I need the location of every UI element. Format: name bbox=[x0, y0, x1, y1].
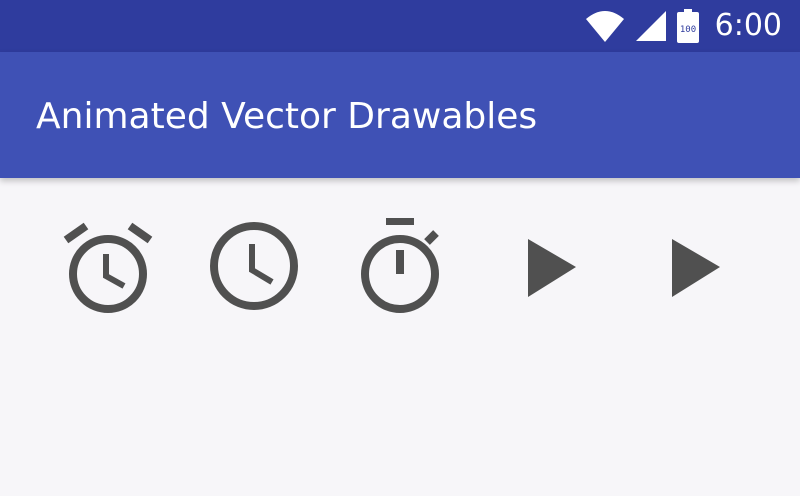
play-icon[interactable] bbox=[644, 218, 744, 318]
status-icons: 100 6:00 bbox=[585, 0, 782, 52]
content-area bbox=[0, 178, 800, 496]
play-icon[interactable] bbox=[500, 218, 600, 318]
wifi-icon bbox=[585, 9, 625, 43]
alarm-clock-icon[interactable] bbox=[58, 218, 158, 318]
cell-signal-icon bbox=[635, 10, 667, 42]
status-clock: 6:00 bbox=[714, 8, 782, 43]
app-title: Animated Vector Drawables bbox=[36, 96, 538, 137]
stopwatch-icon[interactable] bbox=[350, 218, 450, 318]
app-bar: Animated Vector Drawables bbox=[0, 52, 800, 178]
clock-icon[interactable] bbox=[204, 218, 304, 318]
battery-icon: 100 bbox=[676, 9, 699, 43]
battery-level: 100 bbox=[679, 25, 695, 35]
status-bar: 100 6:00 bbox=[0, 0, 800, 52]
